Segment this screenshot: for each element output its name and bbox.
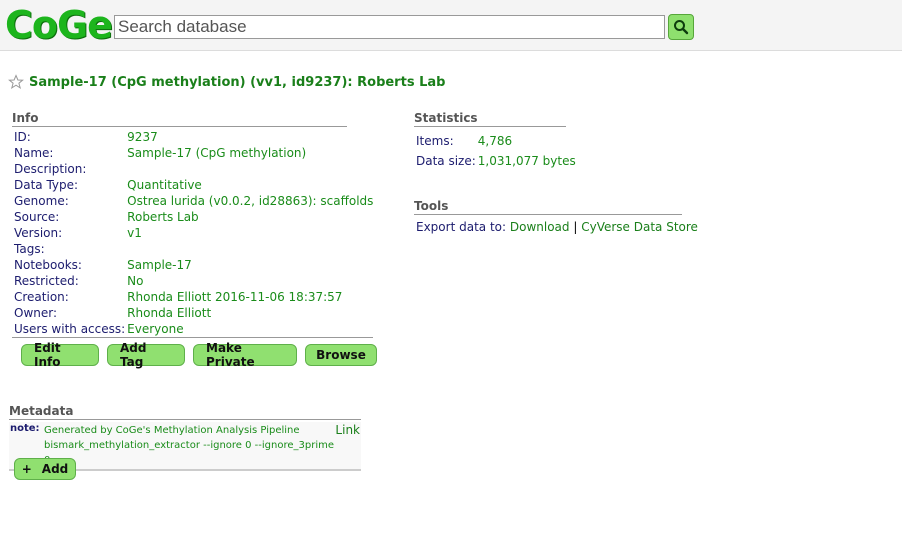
edit-info-button[interactable]: Edit Info [21, 341, 99, 369]
search-icon [674, 20, 689, 35]
info-row-description: Description: [14, 162, 87, 176]
info-row-name: Name: Sample-17 (CpG methylation) [14, 146, 307, 160]
stat-row-size: Data size: 1,031,077 bytes [416, 154, 576, 168]
metadata-value-line-2: bismark_methylation_extractor --ignore 0… [44, 440, 335, 466]
info-row-users: Users with access: Everyone [14, 322, 184, 336]
notebook-link[interactable]: Sample-17 [125, 257, 373, 273]
metadata-heading: Metadata [9, 404, 361, 420]
stat-row-items: Items: 4,786 [416, 134, 513, 148]
info-row-id: ID: 9237 [14, 130, 158, 144]
info-row-creation: Creation: Rhonda Elliott 2016-11-06 18:37… [14, 290, 343, 304]
info-heading: Info [12, 111, 347, 127]
search-input[interactable] [114, 15, 665, 39]
metadata-value: Generated by CoGe's Methylation Analysis… [44, 422, 335, 470]
star-icon[interactable] [8, 74, 24, 90]
info-row-owner: Owner: Rhonda Elliott [14, 306, 212, 320]
info-row-data-type: Data Type: Quantitative [14, 178, 202, 192]
statistics-heading: Statistics [414, 111, 566, 127]
info-table: ID: 9237 Name: Sample-17 (CpG methylation)… [12, 129, 374, 338]
coge-logo[interactable]: CoGe [5, 4, 113, 46]
top-header: CoGe [0, 0, 902, 51]
statistics-section: Statistics Items: 4,786 Data size: 1,031,0… [414, 111, 576, 171]
info-row-version: Version: v1 [14, 226, 142, 240]
info-row-tags: Tags: [14, 242, 45, 256]
info-row-genome: Genome: Ostrea lurida (v0.0.2, id28863): … [14, 193, 374, 209]
plus-icon: + [21, 462, 32, 476]
add-tag-button[interactable]: Add Tag [107, 341, 185, 369]
title-row: Sample-17 (CpG methylation) (vv1, id9237… [8, 74, 445, 90]
make-private-button[interactable]: Make Private [193, 341, 297, 369]
browse-button[interactable]: Browse [305, 344, 377, 366]
info-row-notebooks: Notebooks: Sample-17 [12, 257, 373, 273]
export-separator: | [573, 220, 578, 234]
info-row-restricted: Restricted: No [14, 274, 144, 288]
cyverse-link[interactable]: CyVerse Data Store [581, 220, 698, 234]
add-label: Add [41, 462, 69, 476]
search-button[interactable] [668, 14, 694, 40]
tools-section: Tools Export data to: Download | CyVerse… [414, 199, 698, 234]
download-link[interactable]: Download [510, 220, 570, 234]
export-label: Export data to: [416, 220, 507, 234]
add-metadata-button[interactable]: + Add [14, 458, 76, 480]
export-line: Export data to: Download | CyVerse Data … [414, 220, 698, 234]
info-section: Info ID: 9237 Name: Sample-17 (CpG methyla… [12, 111, 374, 338]
tools-heading: Tools [414, 199, 682, 215]
page-title: Sample-17 (CpG methylation) (vv1, id9237… [29, 74, 446, 90]
statistics-table: Items: 4,786 Data size: 1,031,077 bytes [414, 131, 576, 171]
metadata-link[interactable]: Link [335, 422, 361, 470]
info-row-source: Source: Roberts Lab [14, 210, 199, 224]
info-button-row: Edit Info Add Tag Make Private Browse [21, 341, 377, 369]
metadata-value-line-1: Generated by CoGe's Methylation Analysis… [44, 425, 300, 436]
genome-link[interactable]: Ostrea lurida (v0.0.2, id28863): scaffol… [125, 193, 373, 209]
